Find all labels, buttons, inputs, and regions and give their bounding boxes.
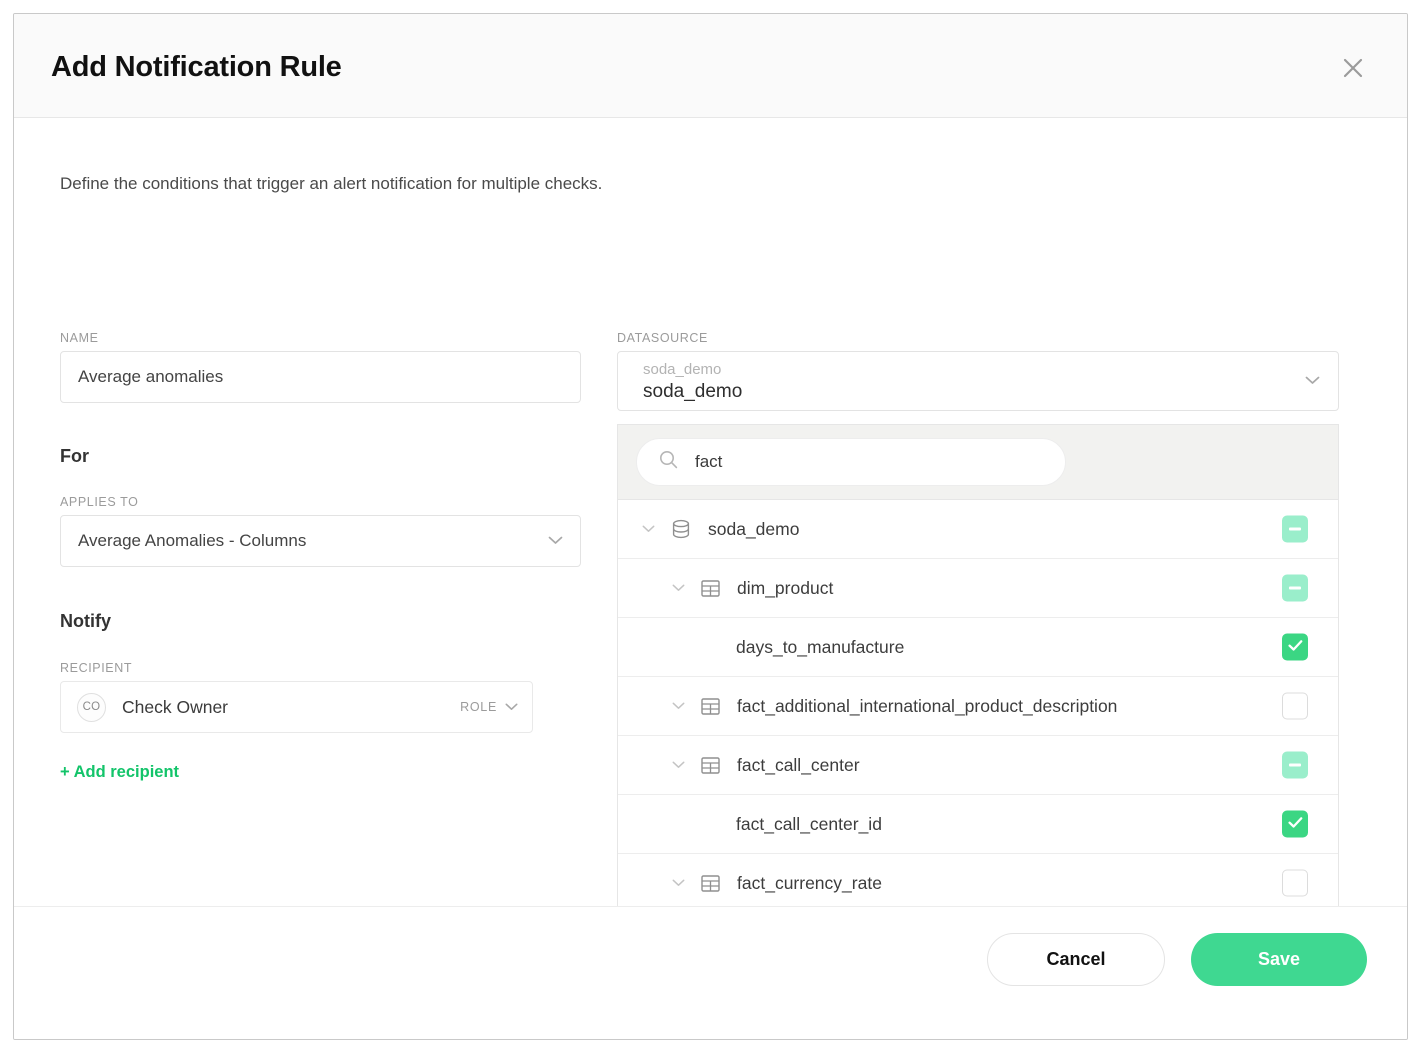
recipient-row[interactable]: CO Check Owner ROLE	[60, 681, 533, 733]
tree-node-label: fact_additional_international_product_de…	[737, 696, 1338, 717]
tree-node-label: fact_call_center	[737, 755, 1338, 776]
recipient-label: RECIPIENT	[60, 661, 132, 675]
check-icon	[1288, 815, 1303, 833]
search-input[interactable]	[693, 451, 1023, 473]
save-button[interactable]: Save	[1191, 933, 1367, 986]
cancel-button[interactable]: Cancel	[987, 933, 1165, 986]
applies-to-select[interactable]: Average Anomalies - Columns	[60, 515, 581, 567]
table-icon	[700, 578, 721, 599]
add-notification-rule-dialog: Add Notification Rule Define the conditi…	[13, 13, 1408, 1040]
chevron-down-icon[interactable]	[670, 584, 686, 592]
tree-row[interactable]: fact_call_center	[618, 736, 1338, 795]
chevron-down-icon	[1305, 372, 1320, 390]
chevron-down-icon[interactable]	[670, 702, 686, 710]
role-label: ROLE	[460, 700, 497, 714]
search-icon	[659, 450, 678, 474]
tree-node-checkbox[interactable]	[1282, 575, 1308, 602]
datasource-value: soda_demo	[643, 381, 742, 403]
recipient-name: Check Owner	[122, 697, 460, 718]
tree-node-checkbox[interactable]	[1282, 693, 1308, 720]
tree-row[interactable]: soda_demo	[618, 500, 1338, 559]
name-label: NAME	[60, 331, 99, 345]
add-recipient-button[interactable]: + Add recipient	[60, 763, 179, 782]
tree-node-checkbox[interactable]	[1282, 634, 1308, 661]
dash-icon	[1289, 764, 1301, 767]
table-icon	[700, 696, 721, 717]
tree-node-label: dim_product	[737, 578, 1338, 599]
database-icon	[670, 518, 692, 540]
chevron-down-icon[interactable]	[670, 761, 686, 769]
tree-row[interactable]: fact_call_center_id	[618, 795, 1338, 854]
chevron-down-icon[interactable]	[640, 525, 656, 533]
applies-to-label: APPLIES TO	[60, 495, 139, 509]
dash-icon	[1289, 587, 1301, 590]
avatar: CO	[77, 693, 106, 722]
tree-node-label: fact_call_center_id	[736, 814, 1338, 835]
tree-node-label: soda_demo	[708, 519, 1338, 540]
tree-node-label: days_to_manufacture	[736, 637, 1338, 658]
table-icon	[700, 873, 721, 894]
tree-node-checkbox[interactable]	[1282, 811, 1308, 838]
notify-heading: Notify	[60, 611, 111, 632]
for-heading: For	[60, 446, 89, 467]
tree-row[interactable]: days_to_manufacture	[618, 618, 1338, 677]
check-icon	[1288, 638, 1303, 656]
name-input[interactable]	[60, 351, 581, 403]
search-pill[interactable]	[636, 438, 1066, 486]
tree-node-label: fact_currency_rate	[737, 873, 1338, 894]
dialog-header: Add Notification Rule	[14, 14, 1407, 118]
tree-row[interactable]: fact_additional_international_product_de…	[618, 677, 1338, 736]
tree-row[interactable]: fact_currency_rate	[618, 854, 1338, 906]
tree-rows: soda_demo dim_product days_to_manufacturef…	[618, 500, 1338, 906]
dialog-body: Define the conditions that trigger an al…	[14, 118, 1407, 906]
intro-text: Define the conditions that trigger an al…	[60, 174, 602, 194]
datasource-label: DATASOURCE	[617, 331, 708, 345]
tree-row[interactable]: dim_product	[618, 559, 1338, 618]
applies-to-value: Average Anomalies - Columns	[78, 531, 548, 551]
chevron-down-icon	[548, 532, 563, 550]
datasource-sub-label: soda_demo	[643, 361, 721, 378]
page-title: Add Notification Rule	[51, 51, 342, 84]
dataset-tree-panel: soda_demo dim_product days_to_manufacturef…	[617, 424, 1339, 906]
role-dropdown[interactable]: ROLE	[460, 700, 518, 714]
tree-node-checkbox[interactable]	[1282, 870, 1308, 897]
datasource-select[interactable]: soda_demo soda_demo	[617, 351, 1339, 411]
chevron-down-icon	[505, 700, 518, 714]
dialog-footer: Cancel Save	[14, 906, 1407, 1039]
dash-icon	[1289, 528, 1301, 531]
tree-node-checkbox[interactable]	[1282, 752, 1308, 779]
tree-search-bar	[618, 425, 1338, 500]
chevron-down-icon[interactable]	[670, 879, 686, 887]
close-icon[interactable]	[1339, 54, 1367, 82]
tree-node-checkbox[interactable]	[1282, 516, 1308, 543]
table-icon	[700, 755, 721, 776]
